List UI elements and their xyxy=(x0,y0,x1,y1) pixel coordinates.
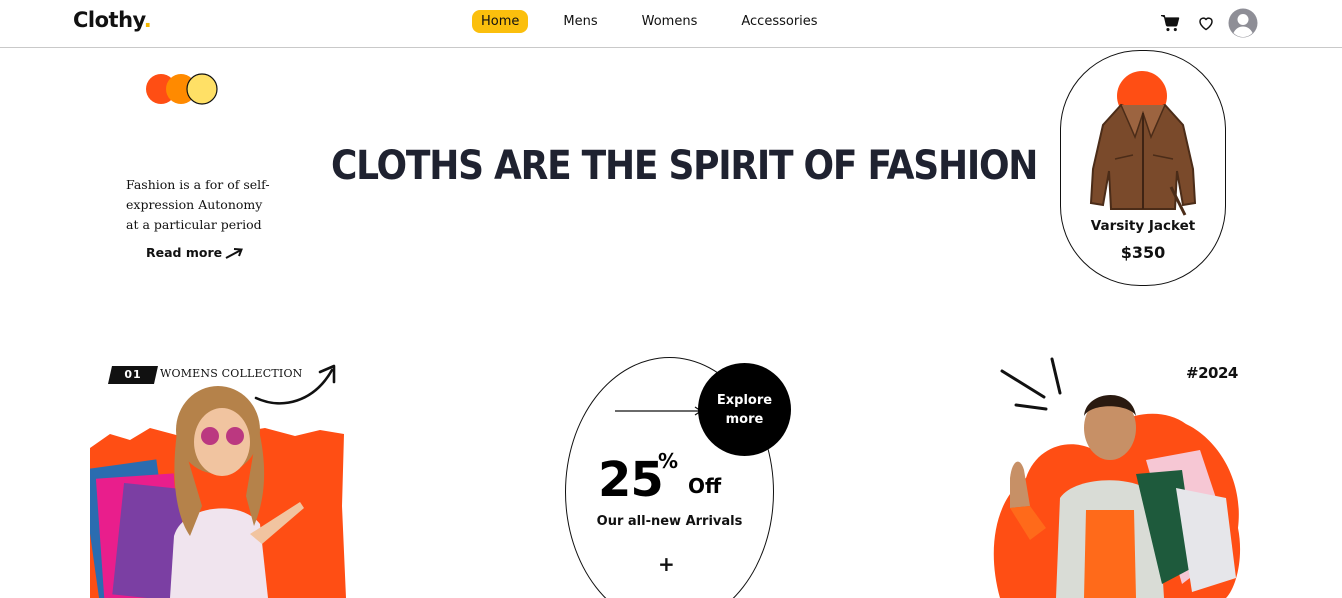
user-avatar-icon[interactable] xyxy=(1228,8,1258,38)
read-more-link[interactable]: Read more xyxy=(146,245,244,260)
nav-links: Home Mens Womens Accessories xyxy=(472,10,853,33)
explore-more-label: Explore more xyxy=(716,392,773,427)
nav-link-womens[interactable]: Womens xyxy=(633,10,707,33)
explore-more-button[interactable]: Explore more xyxy=(698,363,791,456)
hero-title: CLOTHS ARE THE SPIRIT OF FASHION xyxy=(331,143,1038,189)
heart-icon[interactable] xyxy=(1196,9,1216,37)
logo[interactable]: Clothy. xyxy=(73,8,152,32)
navbar: Clothy. Home Mens Womens Accessories xyxy=(0,0,1342,48)
arrow-right-icon xyxy=(615,406,703,416)
decorative-color-dots xyxy=(146,73,218,105)
nav-link-accessories[interactable]: Accessories xyxy=(732,10,826,33)
arrow-up-right-icon xyxy=(225,247,244,259)
product-price: $350 xyxy=(1120,243,1166,262)
cart-icon[interactable] xyxy=(1158,9,1182,37)
logo-text: Clothy xyxy=(73,8,144,32)
offer-subtitle: Our all-new Arrivals xyxy=(596,514,743,529)
plus-icon[interactable]: + xyxy=(658,552,675,576)
offer-off: Off xyxy=(688,474,722,498)
logo-dot: . xyxy=(143,8,152,32)
hero-description: Fashion is a for of self-expression Auto… xyxy=(126,177,270,232)
collection-number: 01 xyxy=(108,366,158,384)
nav-icons xyxy=(1158,8,1258,38)
offer-percent-sign: % xyxy=(658,449,679,473)
women-collection-image xyxy=(90,386,346,598)
offer-percent: 25 xyxy=(598,452,664,508)
read-more-label: Read more xyxy=(146,245,223,260)
product-card[interactable]: Varsity Jacket $350 xyxy=(1060,50,1226,286)
mens-shopping-image xyxy=(993,394,1241,598)
product-name: Varsity Jacket xyxy=(1090,218,1196,234)
nav-link-mens[interactable]: Mens xyxy=(554,10,606,33)
nav-link-home[interactable]: Home xyxy=(472,10,529,33)
jacket-image xyxy=(1089,103,1197,216)
